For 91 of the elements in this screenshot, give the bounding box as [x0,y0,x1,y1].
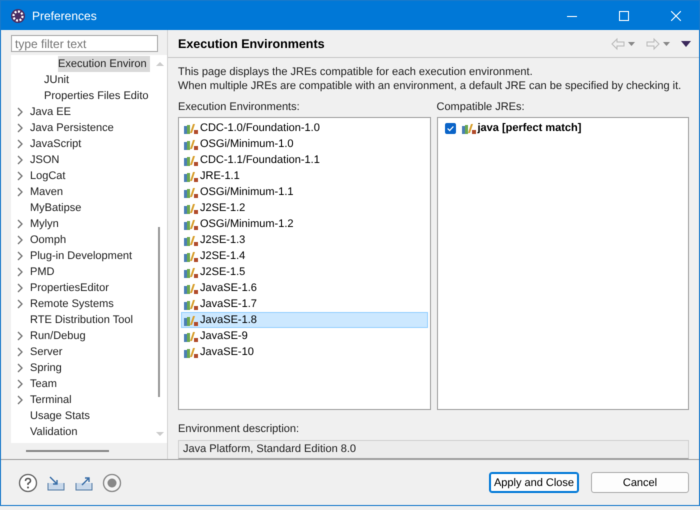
chevron-icon[interactable] [15,331,25,341]
tree-item[interactable]: Execution Environ [58,56,150,72]
checkbox[interactable] [444,122,456,134]
chevron-icon[interactable] [15,155,25,165]
tree-item[interactable]: Run/Debug [30,328,89,344]
library-icon [184,314,198,326]
chevron-icon[interactable] [15,267,25,277]
environment-item[interactable]: J2SE-1.3 [181,232,428,248]
tree-item[interactable]: Usage Stats [30,408,93,424]
tree-item[interactable]: Server [30,344,66,360]
environment-item[interactable]: OSGi/Minimum-1.0 [181,136,428,152]
tree-item[interactable]: Java Persistence [30,120,117,136]
tree-item[interactable]: Mylyn [30,216,62,232]
chevron-icon[interactable] [15,251,25,261]
chevron-icon[interactable] [15,379,25,389]
environment-item[interactable]: JavaSE-1.8 [181,312,428,328]
dropdown-icon[interactable] [627,40,636,46]
environment-item[interactable]: OSGi/Minimum-1.1 [181,184,428,200]
tree-item[interactable]: Maven [30,184,66,200]
library-icon [184,298,198,310]
environment-item[interactable]: J2SE-1.5 [181,264,428,280]
chevron-icon[interactable] [15,395,25,405]
description-text: When multiple JREs are compatible with an environment, a default JRE can be specified by checking it. [178,79,682,93]
library-icon [184,186,198,198]
tree-item[interactable]: RTE Distribution Tool [30,312,136,328]
library-icon [184,234,198,246]
chevron-icon[interactable] [15,363,25,373]
tree-item[interactable]: JSON [30,152,62,168]
tree-item[interactable]: Plug-in Development [30,248,136,264]
tree-item[interactable]: Properties Files Edito [44,88,152,104]
environment-item[interactable]: JRE-1.1 [181,168,428,184]
tree-item[interactable]: Spring [30,360,65,376]
tree-item[interactable]: LogCat [30,168,68,184]
library-icon [184,170,198,182]
environment-item[interactable]: JavaSE-9 [181,328,428,344]
help-icon[interactable] [18,472,38,492]
environment-item[interactable]: JavaSE-1.7 [181,296,428,312]
chevron-icon[interactable] [15,139,25,149]
filter-field[interactable]: type filter text [11,35,158,52]
list-label: Compatible JREs: [436,101,526,113]
library-icon [462,122,476,134]
description-text: This page displays the JREs compatible for each execution environment. [178,65,534,79]
library-icon [184,202,198,214]
environment-item[interactable]: CDC-1.0/Foundation-1.0 [181,120,428,136]
environment-item[interactable]: JavaSE-1.6 [181,280,428,296]
page-title: Execution Environments [178,36,326,50]
library-icon [184,346,198,358]
library-icon [184,250,198,262]
jre-name[interactable]: java [perfect match] [478,122,582,134]
library-icon [184,154,198,166]
tree-item[interactable]: Terminal [30,392,75,408]
library-icon [184,282,198,294]
tree-item[interactable]: JavaScript [30,136,84,152]
environment-item[interactable]: OSGi/Minimum-1.2 [181,216,428,232]
tree-item[interactable]: JUnit [44,72,72,88]
dropdown-icon[interactable] [662,40,671,46]
window-title: Preferences [32,8,98,22]
chevron-icon[interactable] [15,219,25,229]
tree-item[interactable]: Validation [30,424,80,440]
chevron-icon[interactable] [15,235,25,245]
apply-and-close-button[interactable]: Apply and Close [489,472,579,493]
tree-item[interactable]: Team [30,376,60,392]
tree-item[interactable]: Remote Systems [30,296,117,312]
environment-item[interactable]: J2SE-1.4 [181,248,428,264]
field-label: Environment description: [178,423,300,435]
chevron-icon[interactable] [15,187,25,197]
environment-item[interactable]: JavaSE-10 [181,344,428,360]
description-field: Java Platform, Standard Edition 8.0 [178,440,689,459]
gear-icon [10,8,26,24]
chevron-icon[interactable] [15,299,25,309]
library-icon [184,330,198,342]
menu-icon[interactable] [681,40,691,46]
library-icon [184,266,198,278]
environment-item[interactable]: CDC-1.1/Foundation-1.1 [181,152,428,168]
library-icon [184,122,198,134]
record-icon[interactable] [102,472,122,492]
tree-item[interactable]: Oomph [30,232,70,248]
tree-item[interactable]: PropertiesEditor [30,280,112,296]
library-icon [184,138,198,150]
chevron-icon[interactable] [15,123,25,133]
tree-item[interactable]: MyBatipse [30,200,84,216]
library-icon [184,218,198,230]
tree-item[interactable]: PMD [30,264,58,280]
tree-item[interactable]: Java EE [30,104,74,120]
chevron-icon[interactable] [15,171,25,181]
environment-item[interactable]: J2SE-1.2 [181,200,428,216]
chevron-icon[interactable] [15,107,25,117]
cancel-button[interactable]: Cancel [591,472,689,493]
list-label: Execution Environments: [178,101,301,113]
chevron-icon[interactable] [15,347,25,357]
chevron-icon[interactable] [15,283,25,293]
